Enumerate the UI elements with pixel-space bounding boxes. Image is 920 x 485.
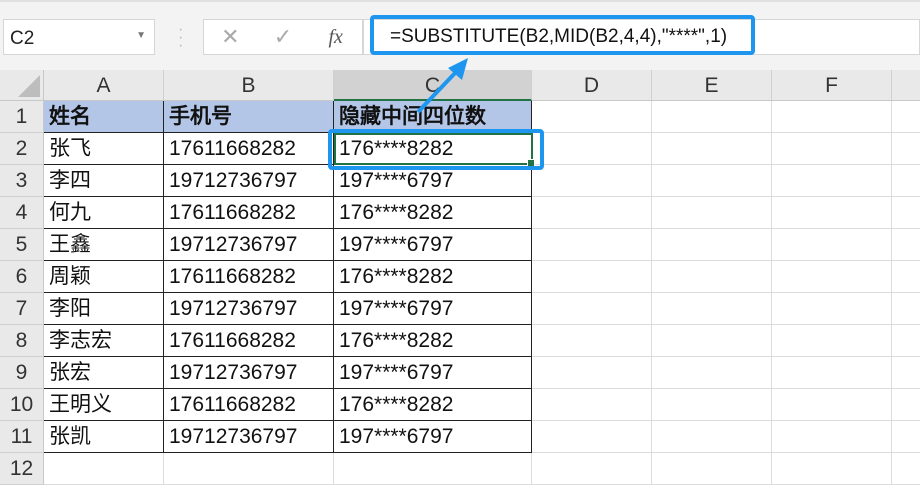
pointer-arrow (416, 58, 468, 114)
